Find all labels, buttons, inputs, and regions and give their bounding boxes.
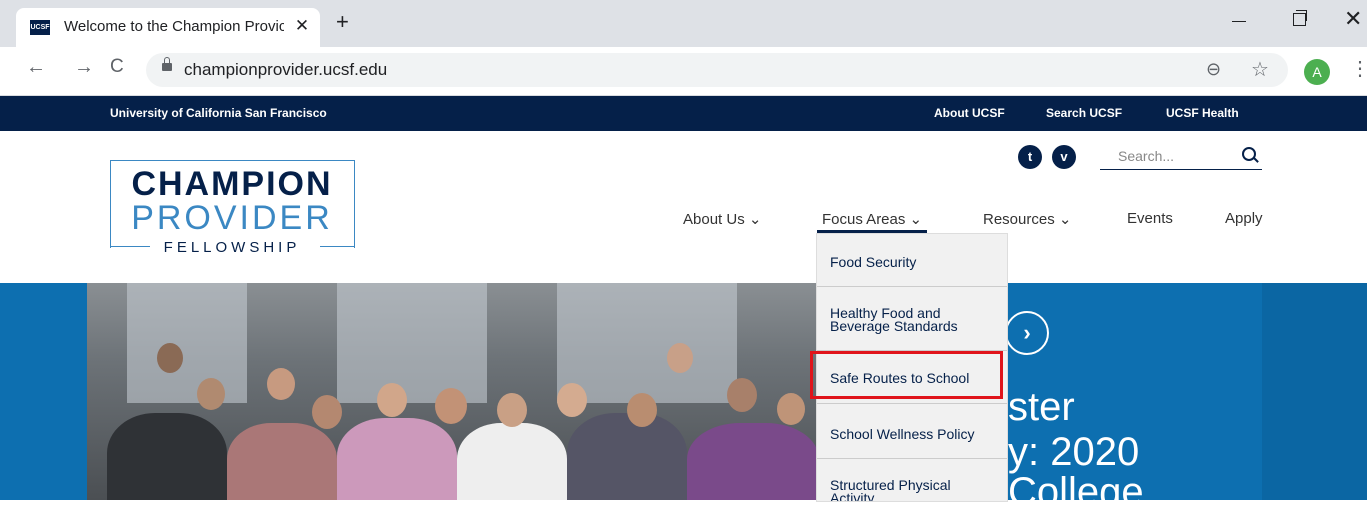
hero-headline-line3: College: [1008, 470, 1144, 514]
nav-about-us[interactable]: About Us ⌄: [683, 210, 761, 228]
photo-person: [457, 423, 567, 500]
photo-face: [377, 383, 407, 417]
photo-window: [127, 283, 247, 403]
hero-headline-line1: ster: [1008, 385, 1075, 429]
logo-line-fellowship: FELLOWSHIP: [163, 239, 301, 256]
dropdown-item-healthy-food[interactable]: Healthy Food and Beverage Standards: [817, 287, 1007, 351]
photo-face: [727, 378, 757, 412]
address-bar[interactable]: championprovider.ucsf.edu ⊖ ☆: [146, 53, 1288, 87]
photo-person: [337, 418, 457, 500]
hero-next-arrow-icon[interactable]: ›: [1005, 311, 1049, 355]
window-close-icon[interactable]: ✕: [1344, 6, 1362, 32]
photo-face: [267, 368, 295, 400]
nav-apply[interactable]: Apply: [1225, 210, 1263, 227]
search-icon[interactable]: [1242, 147, 1256, 161]
browser-menu-icon[interactable]: ⋮: [1350, 59, 1367, 79]
photo-person: [687, 423, 819, 500]
photo-face: [627, 393, 657, 427]
about-ucsf-link[interactable]: About UCSF: [934, 106, 1005, 120]
back-arrow-icon[interactable]: ←: [26, 57, 46, 77]
window-maximize-icon[interactable]: [1293, 10, 1307, 26]
zoom-icon[interactable]: ⊖: [1206, 59, 1221, 80]
bookmark-star-icon[interactable]: ☆: [1251, 57, 1269, 82]
reload-icon[interactable]: C: [110, 57, 124, 77]
ucsf-top-bar: University of California San Francisco A…: [0, 96, 1367, 131]
new-tab-icon[interactable]: +: [336, 11, 349, 33]
browser-tab-bar: UCSF Welcome to the Champion Provic ✕ + …: [0, 0, 1367, 47]
photo-face: [157, 343, 183, 373]
dropdown-item-label: Activity: [830, 490, 875, 502]
logo-line-champion: CHAMPION: [131, 165, 333, 203]
photo-face: [667, 343, 693, 373]
dropdown-item-food-security[interactable]: Food Security: [817, 234, 1007, 287]
highlight-box: [810, 351, 1003, 399]
photo-face: [777, 393, 805, 425]
search-ucsf-link[interactable]: Search UCSF: [1046, 106, 1122, 120]
nav-events[interactable]: Events: [1127, 210, 1173, 227]
photo-face: [312, 395, 342, 429]
lock-icon: [162, 57, 172, 71]
photo-face: [197, 378, 225, 410]
dropdown-item-label: Beverage Standards: [830, 318, 958, 334]
nav-focus-areas[interactable]: Focus Areas ⌄: [822, 210, 922, 228]
search-placeholder: Search...: [1118, 148, 1175, 164]
photo-window: [557, 283, 737, 403]
group-photo: [87, 283, 819, 500]
vimeo-icon[interactable]: v: [1052, 145, 1076, 169]
url-text: championprovider.ucsf.edu: [184, 60, 388, 79]
dropdown-item-wellness-policy[interactable]: School Wellness Policy: [817, 404, 1007, 459]
photo-face: [435, 388, 467, 424]
forward-arrow-icon[interactable]: →: [74, 57, 94, 77]
browser-tab[interactable]: UCSF Welcome to the Champion Provic ✕: [16, 8, 320, 47]
logo-line-provider: PROVIDER: [131, 199, 333, 237]
dropdown-item-structured-activity[interactable]: Structured Physical Activity: [817, 459, 1007, 502]
photo-face: [557, 383, 587, 417]
profile-avatar[interactable]: A: [1304, 59, 1330, 85]
hero-headline-line2: y: 2020: [1008, 430, 1140, 474]
photo-person: [107, 413, 227, 500]
ucsf-name-link[interactable]: University of California San Francisco: [110, 106, 327, 120]
dropdown-item-label: Food Security: [830, 254, 917, 270]
photo-person: [227, 423, 337, 500]
ucsf-favicon-icon: UCSF: [30, 20, 50, 35]
photo-window: [337, 283, 487, 403]
search-input[interactable]: Search...: [1100, 145, 1262, 170]
browser-toolbar: ← → C championprovider.ucsf.edu ⊖ ☆ A ⋮: [0, 47, 1367, 96]
photo-person: [567, 413, 687, 500]
window-minimize-icon[interactable]: [1232, 11, 1248, 25]
ucsf-health-link[interactable]: UCSF Health: [1166, 106, 1239, 120]
dropdown-item-label: School Wellness Policy: [830, 426, 975, 442]
twitter-icon[interactable]: t: [1018, 145, 1042, 169]
tab-title: Welcome to the Champion Provic: [64, 18, 284, 35]
nav-resources[interactable]: Resources ⌄: [983, 210, 1071, 228]
hero-edge: [1262, 283, 1367, 500]
photo-face: [497, 393, 527, 427]
tab-close-icon[interactable]: ✕: [292, 16, 312, 36]
